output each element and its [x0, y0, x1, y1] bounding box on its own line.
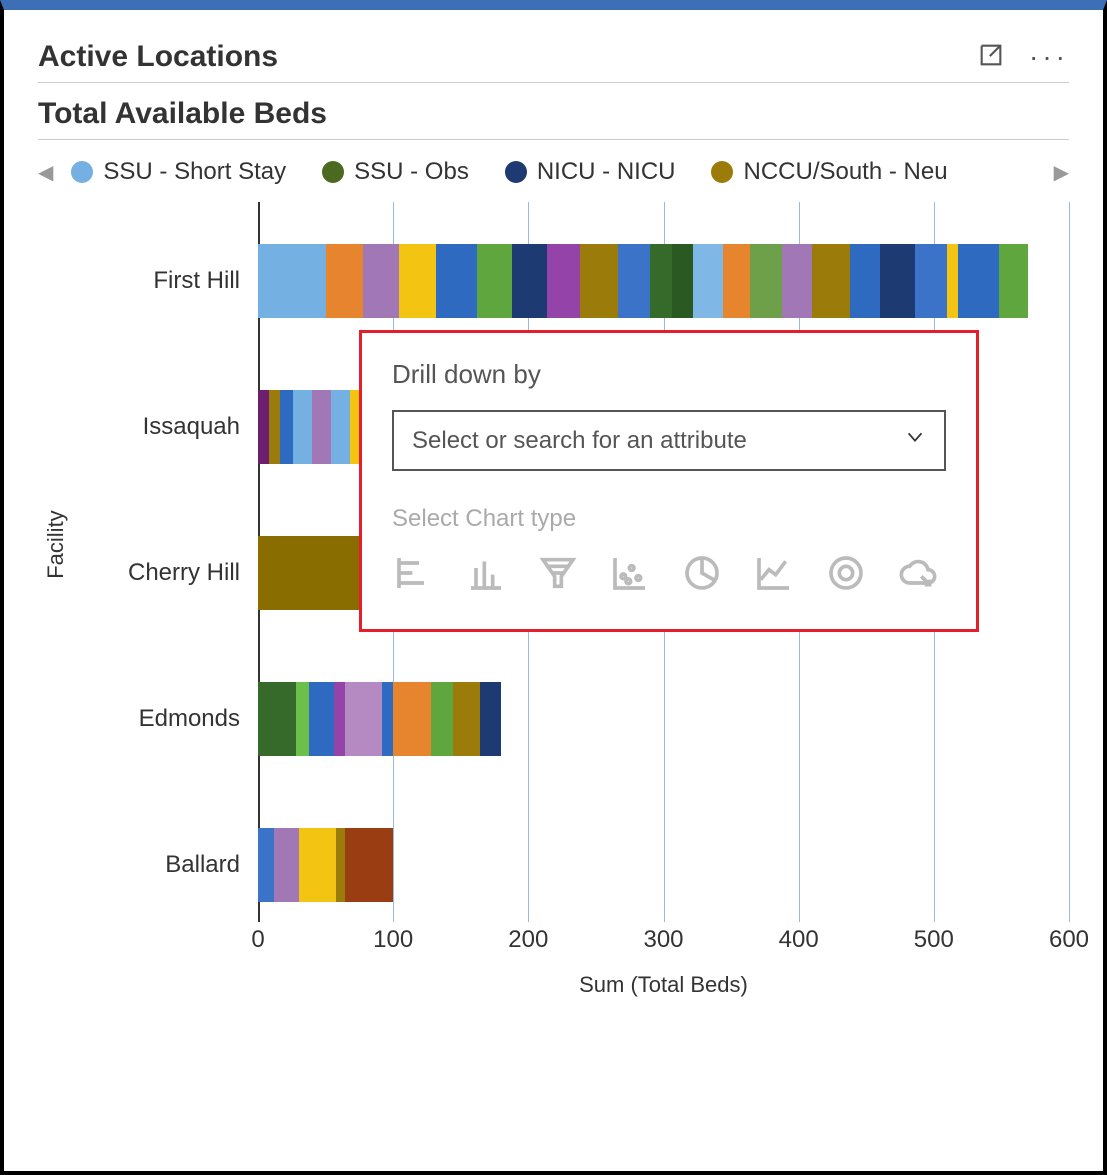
chart-type-pie-icon[interactable] [680, 551, 724, 595]
y-axis-title: Facility [43, 510, 69, 578]
x-axis-title: Sum (Total Beds) [258, 972, 1069, 998]
bar-segment[interactable] [580, 244, 618, 318]
legend-item[interactable]: NICU - NICU [505, 158, 676, 186]
bar-segment[interactable] [345, 828, 394, 902]
chart-type-funnel-icon[interactable] [536, 551, 580, 595]
bar-segment[interactable] [326, 244, 364, 318]
bar-segment[interactable] [618, 244, 650, 318]
bar-segment[interactable] [274, 828, 298, 902]
bar-segment[interactable] [880, 244, 915, 318]
popup-title: Drill down by [392, 359, 946, 390]
bar-segment[interactable] [296, 682, 310, 756]
x-tick-label: 400 [779, 926, 819, 954]
bar-segment[interactable] [958, 244, 999, 318]
legend-label: NCCU/South - Neu [743, 158, 947, 186]
bar-segment[interactable] [299, 828, 337, 902]
bar-segment[interactable] [336, 828, 344, 902]
bar-segment[interactable] [431, 682, 453, 756]
legend-scroll-right-icon[interactable]: ▶ [1054, 160, 1069, 185]
legend-item[interactable]: SSU - Obs [322, 158, 469, 186]
y-tick-label: First Hill [153, 267, 258, 295]
bar-segment[interactable] [258, 828, 274, 902]
chart-title: Total Available Beds [38, 83, 1069, 140]
bar-row[interactable] [258, 828, 1069, 902]
legend-swatch [322, 161, 344, 183]
legend-scroll-left-icon[interactable]: ◀ [38, 160, 53, 185]
chart-type-scatter-icon[interactable] [608, 551, 652, 595]
bar-segment[interactable] [477, 244, 512, 318]
x-tick-label: 100 [373, 926, 413, 954]
chart-card: Active Locations ··· Total Available Bed… [0, 0, 1107, 1175]
bar-segment[interactable] [750, 244, 782, 318]
bar-segment[interactable] [480, 682, 502, 756]
grid-line [1069, 202, 1070, 922]
bar-segment[interactable] [453, 682, 480, 756]
bar-segment[interactable] [331, 390, 350, 464]
x-tick-label: 300 [643, 926, 683, 954]
bar-segment[interactable] [269, 390, 280, 464]
bar-segment[interactable] [782, 244, 812, 318]
chart-type-donut-icon[interactable] [824, 551, 868, 595]
legend-label: NICU - NICU [537, 158, 676, 186]
bar-segment[interactable] [312, 390, 331, 464]
bar-segment[interactable] [363, 244, 398, 318]
header-actions: ··· [977, 41, 1069, 74]
chart-type-label: Select Chart type [392, 505, 946, 533]
chart-type-bar-vertical-icon[interactable] [464, 551, 508, 595]
bar-row[interactable] [258, 682, 1069, 756]
bar-segment[interactable] [345, 682, 383, 756]
popout-icon[interactable] [977, 41, 1005, 74]
x-tick-label: 600 [1049, 926, 1089, 954]
x-tick-label: 0 [251, 926, 264, 954]
y-tick-label: Issaquah [143, 413, 258, 441]
x-tick-label: 500 [914, 926, 954, 954]
chart-type-line-icon[interactable] [752, 551, 796, 595]
chart-type-bar-horizontal-icon[interactable] [392, 551, 436, 595]
bar-segment[interactable] [915, 244, 947, 318]
bar-row[interactable] [258, 244, 1069, 318]
bar-segment[interactable] [280, 390, 294, 464]
legend-swatch [711, 161, 733, 183]
bar-segment[interactable] [393, 682, 431, 756]
bar-segment[interactable] [309, 682, 333, 756]
bar-segment[interactable] [999, 244, 1029, 318]
bar-segment[interactable] [436, 244, 477, 318]
legend-swatch [505, 161, 527, 183]
card-title: Active Locations [38, 40, 278, 74]
bar-segment[interactable] [947, 244, 958, 318]
bar-segment[interactable] [258, 390, 269, 464]
legend: ◀ SSU - Short Stay SSU - Obs NICU - NICU NC… [38, 140, 1069, 192]
legend-label: SSU - Obs [354, 158, 469, 186]
bar-segment[interactable] [547, 244, 579, 318]
attribute-select[interactable]: Select or search for an attribute [392, 410, 946, 471]
legend-label: SSU - Short Stay [103, 158, 286, 186]
chart-type-cloud-tag-icon[interactable] [896, 551, 940, 595]
chart-type-picker [392, 551, 946, 595]
attribute-select-placeholder: Select or search for an attribute [412, 427, 747, 455]
bar-segment[interactable] [650, 244, 672, 318]
bar-segment[interactable] [258, 682, 296, 756]
drill-down-popup: Drill down by Select or search for an at… [359, 330, 979, 632]
bar-segment[interactable] [693, 244, 723, 318]
bar-segment[interactable] [723, 244, 750, 318]
more-options-icon[interactable]: ··· [1029, 43, 1069, 71]
bar-segment[interactable] [399, 244, 437, 318]
y-tick-label: Edmonds [139, 705, 258, 733]
bar-segment[interactable] [334, 682, 345, 756]
bar-segment[interactable] [812, 244, 850, 318]
bar-segment[interactable] [293, 390, 312, 464]
y-tick-label: Cherry Hill [128, 559, 258, 587]
y-tick-label: Ballard [165, 851, 258, 879]
bar-segment[interactable] [850, 244, 880, 318]
legend-item[interactable]: NCCU/South - Neu [711, 158, 947, 186]
chevron-down-icon [904, 426, 926, 455]
legend-swatch [71, 161, 93, 183]
bar-segment[interactable] [382, 682, 393, 756]
bar-segment[interactable] [512, 244, 547, 318]
card-header: Active Locations ··· [38, 40, 1069, 83]
bar-segment[interactable] [672, 244, 694, 318]
x-tick-label: 200 [508, 926, 548, 954]
bar-segment[interactable] [258, 244, 326, 318]
legend-item[interactable]: SSU - Short Stay [71, 158, 286, 186]
